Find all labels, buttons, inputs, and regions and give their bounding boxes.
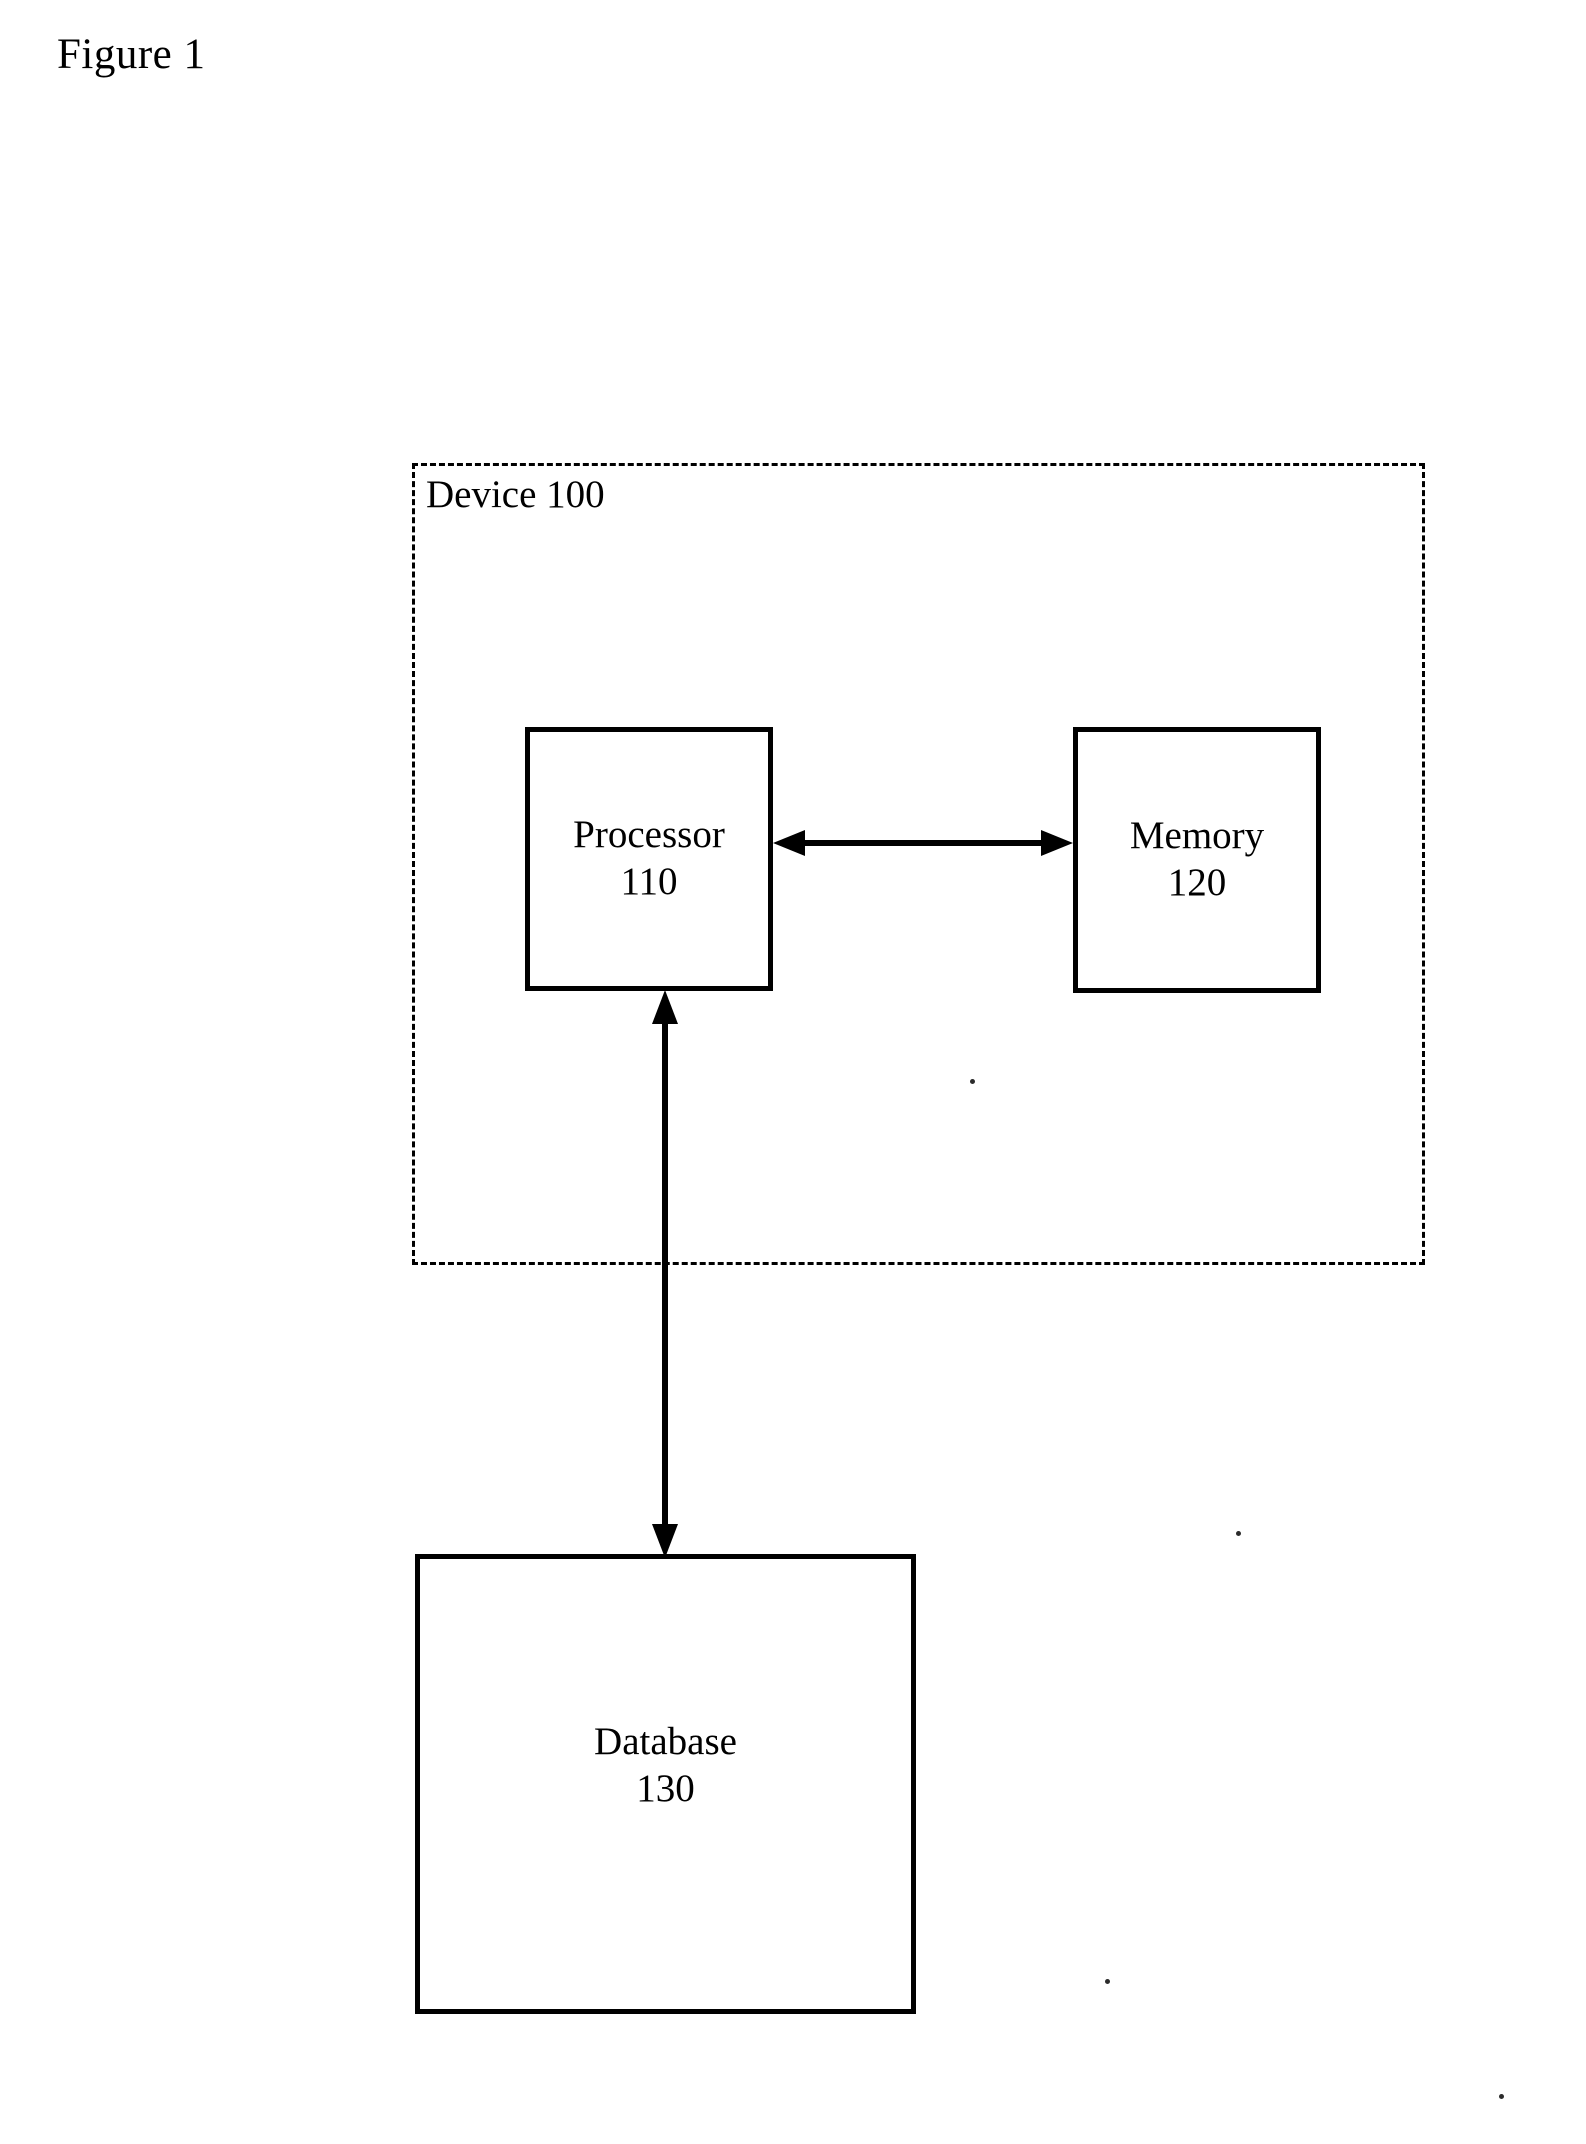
processor-block-number: 110 xyxy=(620,860,678,903)
processor-block-name: Processor xyxy=(573,813,725,857)
database-block-number: 130 xyxy=(636,1766,695,1810)
memory-block-name: Memory xyxy=(1129,814,1265,858)
arrowhead-down-icon xyxy=(652,1524,678,1558)
processor-memory-connector-arrow xyxy=(773,830,1073,856)
memory-block: Memory 120 xyxy=(1073,727,1321,993)
scan-speck xyxy=(1105,1979,1110,1984)
scan-speck xyxy=(1499,2094,1504,2099)
processor-block: Processor 110 xyxy=(525,727,773,991)
database-block-name: Database xyxy=(594,1720,737,1763)
memory-block-number: 120 xyxy=(1167,861,1227,904)
processor-database-connector-arrow xyxy=(652,990,678,1558)
scan-speck xyxy=(970,1079,975,1084)
arrowhead-left-icon xyxy=(773,830,805,856)
arrowhead-right-icon xyxy=(1041,830,1073,856)
figure-page: Figure 1 Device 100 Processor 110 Memory… xyxy=(0,0,1586,2144)
database-block: Database 130 xyxy=(415,1554,916,2014)
device-boundary-label: Device 100 xyxy=(426,473,605,516)
arrowhead-up-icon xyxy=(652,990,678,1024)
figure-title: Figure 1 xyxy=(57,31,206,78)
scan-speck xyxy=(1236,1531,1241,1536)
